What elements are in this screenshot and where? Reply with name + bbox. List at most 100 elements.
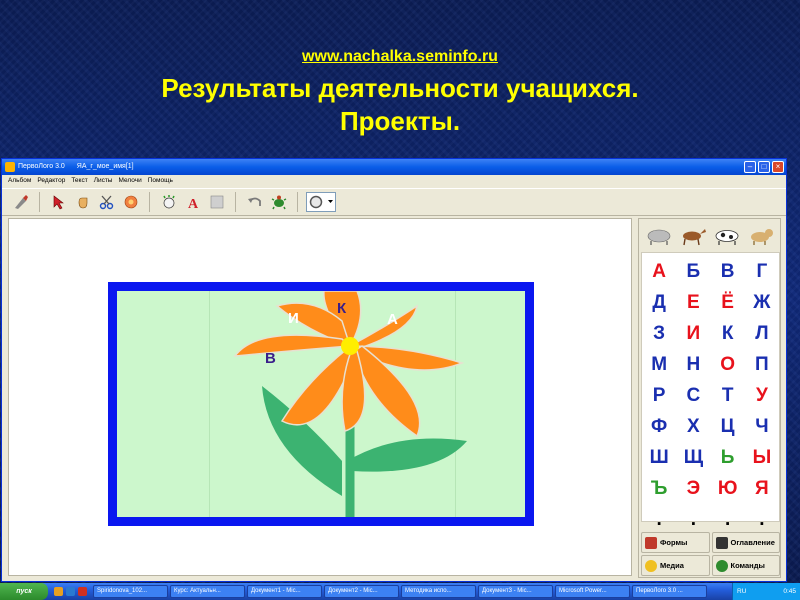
quick-launch-icon[interactable]: [66, 587, 75, 596]
tab-shapes[interactable]: Формы: [641, 532, 710, 553]
letter-tile[interactable]: И: [687, 323, 701, 345]
color-icon: [309, 195, 323, 209]
title-bar[interactable]: ПервоЛого 3.0 ЯА_г_мое_имя[1] – □ ×: [2, 159, 786, 175]
flower-picture: К И А В: [117, 291, 525, 517]
menu-editor[interactable]: Редактор: [37, 175, 65, 187]
commands-icon: [715, 559, 728, 572]
task-button[interactable]: Документ3 - Mic...: [478, 585, 553, 598]
text-icon[interactable]: A: [182, 192, 203, 213]
letter-tile[interactable]: К: [722, 323, 734, 345]
letter-tile[interactable]: Г: [756, 261, 767, 283]
app-window: ПервоЛого 3.0 ЯА_г_мое_имя[1] – □ × Альб…: [1, 158, 787, 582]
hand-icon[interactable]: [72, 192, 93, 213]
horse-icon[interactable]: [679, 226, 707, 246]
petal-letter-k: К: [337, 300, 347, 317]
task-button[interactable]: ПервоЛого 3.0 ...: [632, 585, 707, 598]
task-list: Spiridonova_102... Курс: Актуальн... Док…: [93, 585, 732, 598]
task-button[interactable]: Методика испо...: [401, 585, 476, 598]
letter-tile[interactable]: Ь: [721, 447, 735, 469]
shape-icon[interactable]: [206, 192, 227, 213]
svg-text:A: A: [188, 197, 199, 210]
slide-heading: www.nachalka.seminfo.ru Результаты деяте…: [0, 48, 800, 138]
letter-tile[interactable]: .: [725, 509, 730, 531]
letter-tile[interactable]: .: [691, 509, 696, 531]
brush-icon[interactable]: [10, 192, 31, 213]
letter-tile[interactable]: У: [756, 385, 768, 407]
letter-tile[interactable]: Ч: [755, 416, 768, 438]
menu-sheets[interactable]: Листы: [94, 175, 113, 187]
letter-tile[interactable]: Я: [755, 478, 769, 500]
letter-tile[interactable]: Н: [687, 354, 701, 376]
letter-tile[interactable]: Д: [652, 292, 666, 314]
letter-tile[interactable]: Щ: [684, 447, 703, 469]
tab-contents[interactable]: Оглавление: [711, 532, 780, 553]
scissors-icon[interactable]: [96, 192, 117, 213]
petal-letter-i: И: [288, 310, 299, 327]
palette-tabs: Формы Оглавление Медиа Команды: [641, 532, 780, 576]
letter-tile[interactable]: Ц: [721, 416, 735, 438]
chevron-down-icon: [328, 200, 333, 203]
undo-icon[interactable]: [244, 192, 265, 213]
letter-tile[interactable]: Б: [687, 261, 701, 283]
task-button[interactable]: Документ2 - Mic...: [324, 585, 399, 598]
letter-tile[interactable]: Х: [687, 416, 700, 438]
cow-icon[interactable]: [713, 226, 741, 246]
letter-tile[interactable]: .: [759, 509, 764, 531]
letter-tile[interactable]: Ю: [718, 478, 738, 500]
letter-tile[interactable]: З: [653, 323, 665, 345]
letter-tile[interactable]: .: [656, 509, 661, 531]
letter-tile[interactable]: А: [652, 261, 666, 283]
letter-tile[interactable]: Ъ: [651, 478, 668, 500]
minimize-button[interactable]: –: [744, 161, 756, 173]
quick-launch-icon[interactable]: [54, 587, 63, 596]
sheep-icon[interactable]: [645, 226, 673, 246]
drawing-canvas[interactable]: К И А В: [8, 218, 632, 576]
letter-tile[interactable]: Ы: [753, 447, 772, 469]
letter-tile[interactable]: М: [651, 354, 667, 376]
turtle-icon[interactable]: [268, 192, 289, 213]
menu-album[interactable]: Альбом: [8, 175, 31, 187]
menu-misc[interactable]: Мелочи: [118, 175, 141, 187]
stamp-icon[interactable]: [120, 192, 141, 213]
pointer-icon[interactable]: [48, 192, 69, 213]
tab-commands[interactable]: Команды: [711, 555, 780, 576]
toolbar-separator: [297, 192, 298, 212]
task-button[interactable]: Spiridonova_102...: [93, 585, 168, 598]
media-icon: [645, 559, 657, 572]
close-button[interactable]: ×: [772, 161, 784, 173]
turtle-new-icon[interactable]: [158, 192, 179, 213]
toolbar-separator: [149, 192, 150, 212]
start-button[interactable]: пуск: [0, 583, 48, 600]
task-button[interactable]: Документ1 - Mic...: [247, 585, 322, 598]
letter-tile[interactable]: Л: [755, 323, 768, 345]
task-button[interactable]: Microsoft Power...: [555, 585, 630, 598]
letter-tile[interactable]: О: [720, 354, 735, 376]
site-link[interactable]: www.nachalka.seminfo.ru: [0, 48, 800, 66]
language-indicator[interactable]: RU: [737, 588, 746, 595]
color-dropdown[interactable]: [306, 192, 336, 212]
task-button[interactable]: Курс: Актуальн...: [170, 585, 245, 598]
letter-tile[interactable]: Э: [687, 478, 701, 500]
menu-text[interactable]: Текст: [71, 175, 87, 187]
letter-tile[interactable]: Е: [687, 292, 700, 314]
letter-grid: АБВГ ДЕЁЖ ЗИКЛ МНОП РСТУ ФХЦЧ ШЩЬЫ ЪЭЮЯ....: [641, 252, 780, 530]
petal-left: [233, 334, 352, 357]
quick-launch-icon[interactable]: [78, 587, 87, 596]
maximize-button[interactable]: □: [758, 161, 770, 173]
tab-media-label: Медиа: [660, 561, 684, 570]
menu-bar: Альбом Редактор Текст Листы Мелочи Помощ…: [2, 175, 786, 187]
letter-tile[interactable]: Ё: [721, 292, 734, 314]
tab-media[interactable]: Медиа: [641, 555, 710, 576]
letter-palette: АБВГ ДЕЁЖ ЗИКЛ МНОП РСТУ ФХЦЧ ШЩЬЫ ЪЭЮЯ.... Фор…: [638, 218, 781, 578]
letter-tile[interactable]: Т: [722, 385, 734, 407]
dog-icon[interactable]: [747, 226, 775, 246]
letter-tile[interactable]: П: [755, 354, 769, 376]
letter-tile[interactable]: Ж: [753, 292, 770, 314]
letter-tile[interactable]: Ш: [650, 447, 669, 469]
letter-tile[interactable]: Ф: [651, 416, 667, 438]
menu-help[interactable]: Помощь: [148, 175, 173, 187]
letter-tile[interactable]: В: [721, 261, 735, 283]
letter-tile[interactable]: С: [687, 385, 701, 407]
taskbar: пуск Spiridonova_102... Курс: Актуальн..…: [0, 583, 800, 600]
letter-tile[interactable]: Р: [653, 385, 666, 407]
